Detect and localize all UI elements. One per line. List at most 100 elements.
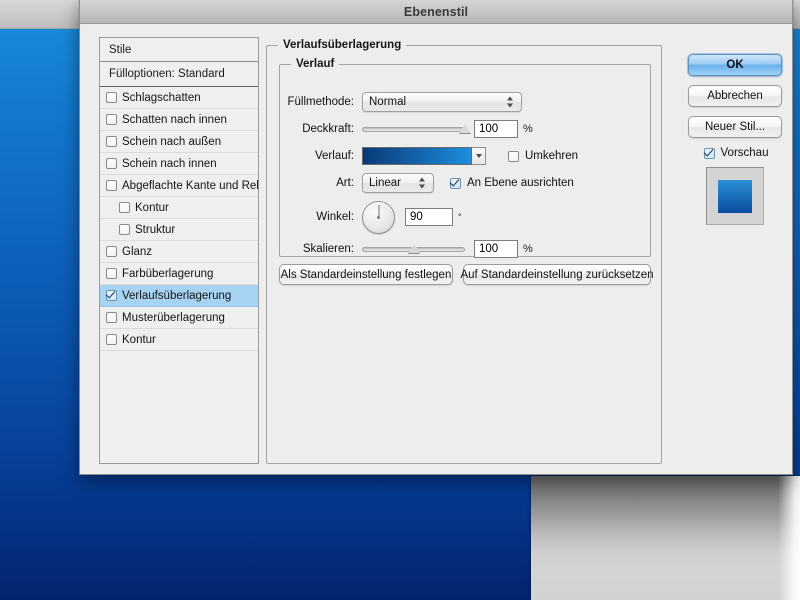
background-window[interactable] — [531, 476, 800, 600]
align-layer-label: An Ebene ausrichten — [467, 177, 574, 189]
blend-mode-value: Normal — [369, 96, 407, 108]
opacity-unit: % — [523, 123, 533, 135]
updown-arrows-icon — [507, 96, 514, 109]
gradient-style-select[interactable]: Linear — [362, 173, 434, 193]
reset-default-button[interactable]: Auf Standardeinstellung zurücksetzen — [460, 264, 654, 285]
style-row-label: Abgeflachte Kante und Relief — [122, 179, 259, 192]
style-row-checkbox[interactable] — [106, 268, 117, 279]
gradient-overlay-group: Verlaufsüberlagerung Verlauf Füllmethode… — [266, 39, 662, 464]
angle-unit: ° — [458, 212, 462, 222]
angle-label: Winkel: — [316, 211, 354, 223]
style-row-label: Schlagschatten — [122, 91, 201, 104]
opacity-slider-track — [362, 126, 465, 132]
scale-value: 100 — [479, 243, 499, 255]
angle-value: 90 — [410, 211, 423, 223]
style-row-label: Farbüberlagerung — [122, 267, 214, 280]
style-row-label: Kontur — [135, 201, 169, 214]
style-row-checkbox[interactable] — [106, 180, 117, 191]
style-row-3[interactable]: Schein nach innen — [100, 153, 258, 175]
reverse-checkbox-box[interactable] — [508, 150, 519, 162]
opacity-slider[interactable] — [362, 120, 471, 138]
style-row-8[interactable]: Farbüberlagerung — [100, 263, 258, 285]
style-row-checkbox[interactable] — [106, 158, 117, 169]
style-row-checkbox[interactable] — [119, 202, 130, 213]
style-label: Art: — [336, 177, 354, 189]
preview-thumbnail — [706, 167, 764, 225]
gradient-style-value: Linear — [369, 177, 401, 189]
dialog-titlebar[interactable]: Ebenenstil — [80, 0, 792, 24]
style-row-label: Struktur — [135, 223, 176, 236]
preview-checkbox[interactable]: Vorschau — [690, 147, 782, 159]
angle-dial[interactable] — [362, 200, 395, 234]
style-row-9[interactable]: Verlaufsüberlagerung — [100, 285, 258, 307]
fill-options-row[interactable]: Fülloptionen: Standard — [100, 62, 258, 87]
style-row-checkbox[interactable] — [119, 224, 130, 235]
angle-input[interactable]: 90 — [405, 208, 453, 226]
blend-mode-row: Füllmethode: Normal — [280, 92, 640, 112]
style-row-1[interactable]: Schatten nach innen — [100, 109, 258, 131]
style-row-0[interactable]: Schlagschatten — [100, 87, 258, 109]
scale-row: Skalieren: 100 % — [280, 239, 640, 259]
style-row-7[interactable]: Glanz — [100, 241, 258, 263]
cancel-button[interactable]: Abbrechen — [688, 85, 782, 107]
style-row-checkbox[interactable] — [106, 312, 117, 323]
angle-dial-hub — [377, 215, 380, 219]
opacity-slider-thumb[interactable] — [459, 124, 471, 133]
style-row-label: Musterüberlagerung — [122, 311, 225, 324]
updown-arrows-icon — [419, 177, 426, 190]
style-row-checkbox[interactable] — [106, 136, 117, 147]
new-style-button[interactable]: Neuer Stil... — [688, 116, 782, 138]
dialog-body: Stile Fülloptionen: Standard Schlagschat… — [80, 24, 792, 475]
scale-unit: % — [523, 243, 533, 255]
style-row-label: Schein nach außen — [122, 135, 222, 148]
style-row-checkbox[interactable] — [106, 92, 117, 103]
opacity-label: Deckkraft: — [302, 123, 354, 135]
style-row-checkbox[interactable] — [106, 114, 117, 125]
style-row-11[interactable]: Kontur — [100, 329, 258, 351]
gradient-swatch[interactable] — [362, 147, 472, 165]
blend-mode-select[interactable]: Normal — [362, 92, 522, 112]
preview-square — [718, 179, 752, 213]
scale-slider[interactable] — [362, 240, 465, 258]
style-row-checkbox[interactable] — [106, 290, 117, 301]
align-layer-checkbox[interactable]: An Ebene ausrichten — [450, 177, 574, 189]
scale-label: Skalieren: — [302, 243, 354, 255]
gradient-picker-button[interactable] — [472, 147, 486, 165]
style-row-10[interactable]: Musterüberlagerung — [100, 307, 258, 329]
style-row-4[interactable]: Abgeflachte Kante und Relief — [100, 175, 258, 197]
scale-input[interactable]: 100 — [474, 240, 518, 258]
styles-list-header[interactable]: Stile — [100, 38, 258, 62]
gradient-label: Verlauf: — [315, 150, 354, 162]
styles-list-panel[interactable]: Stile Fülloptionen: Standard Schlagschat… — [99, 37, 259, 464]
gradient-subgroup: Verlauf Füllmethode: Normal Deckkraft: 1… — [279, 58, 651, 259]
dialog-title: Ebenenstil — [403, 4, 469, 19]
reverse-checkbox[interactable]: Umkehren — [508, 150, 578, 162]
opacity-row: Deckkraft: 100 % — [280, 119, 640, 139]
style-row-label: Glanz — [122, 245, 153, 258]
blend-mode-label: Füllmethode: — [287, 96, 354, 108]
gradient-row: Verlauf: Umkehren — [280, 146, 640, 166]
style-row-2[interactable]: Schein nach außen — [100, 131, 258, 153]
angle-row: Winkel: 90 ° — [280, 200, 640, 234]
reverse-label: Umkehren — [525, 150, 579, 162]
style-row-6[interactable]: Struktur — [100, 219, 258, 241]
preview-checkbox-box[interactable] — [703, 147, 715, 159]
styles-rows: Schlagschatten Schatten nach innen Schein … — [100, 87, 258, 351]
align-layer-checkbox-box[interactable] — [450, 177, 461, 189]
style-row-checkbox[interactable] — [106, 334, 117, 345]
style-row-5[interactable]: Kontur — [100, 197, 258, 219]
subgroup-title: Verlauf — [291, 58, 340, 70]
style-row-label: Verlaufsüberlagerung — [122, 289, 232, 302]
opacity-input[interactable]: 100 — [474, 120, 518, 138]
scale-slider-thumb[interactable] — [407, 244, 420, 253]
style-row-label: Schein nach innen — [122, 157, 217, 170]
preview-label: Vorschau — [720, 147, 769, 159]
group-title: Verlaufsüberlagerung — [278, 39, 407, 51]
opacity-value: 100 — [479, 123, 499, 135]
layer-style-dialog: Ebenenstil Stile Fülloptionen: Standard … — [79, 0, 793, 475]
make-default-button[interactable]: Als Standardeinstellung festlegen — [279, 264, 453, 285]
style-row-label: Kontur — [122, 333, 156, 346]
ok-button[interactable]: OK — [688, 54, 782, 76]
chevron-down-icon — [475, 154, 482, 158]
style-row-checkbox[interactable] — [106, 246, 117, 257]
